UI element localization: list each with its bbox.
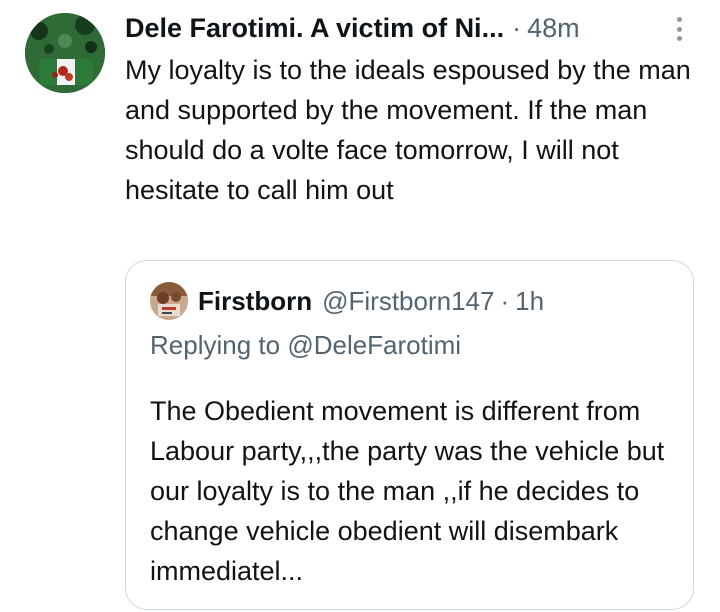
more-dot <box>676 36 682 41</box>
replying-to-mention[interactable]: @DeleFarotimi <box>287 330 461 360</box>
quoted-author-display-name[interactable]: Firstborn <box>198 286 312 317</box>
quoted-author-handle[interactable]: @Firstborn147 <box>322 286 494 317</box>
replying-to-label: Replying to <box>150 330 281 360</box>
tweet[interactable]: Dele Farotimi. A victim of Ni... · 48m M… <box>0 0 720 612</box>
more-options-icon[interactable] <box>668 14 690 44</box>
quoted-tweet-text: The Obedient movement is different from … <box>150 396 665 586</box>
more-dot <box>676 17 682 22</box>
quoted-tweet-card[interactable]: Firstborn @Firstborn147 · 1h Replying to… <box>125 260 694 610</box>
quoted-tweet-timestamp[interactable]: 1h <box>515 286 544 317</box>
tweet-text: My loyalty is to the ideals espoused by … <box>125 55 691 205</box>
author-avatar[interactable] <box>25 13 105 93</box>
quoted-author-avatar[interactable] <box>150 282 188 320</box>
replying-to-line: Replying to @DeleFarotimi <box>150 330 461 361</box>
more-dot <box>676 26 682 32</box>
author-display-name[interactable]: Dele Farotimi. A victim of Ni... <box>125 13 504 44</box>
tweet-timestamp[interactable]: 48m <box>527 13 580 44</box>
photo-avatar-icon <box>150 282 188 320</box>
quoted-header-separator: · <box>500 285 510 316</box>
header-separator: · <box>512 12 522 43</box>
flag-avatar-icon <box>25 13 105 93</box>
quoted-tweet-header: Firstborn @Firstborn147 · 1h <box>198 281 544 321</box>
tweet-header: Dele Farotimi. A victim of Ni... · 48m <box>125 8 580 48</box>
